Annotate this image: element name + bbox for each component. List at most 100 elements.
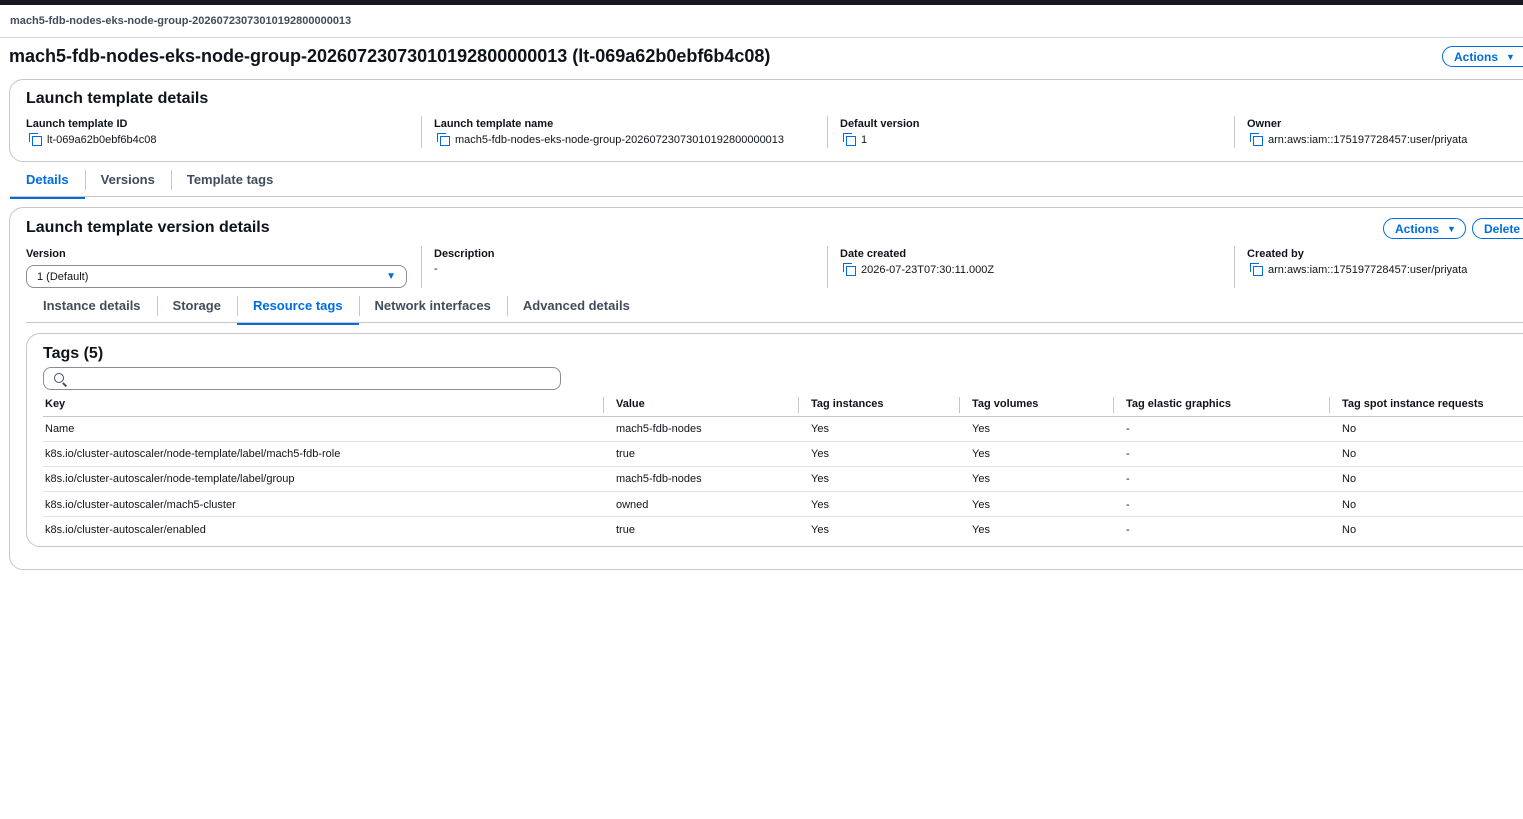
default-version-label: Default version xyxy=(840,118,920,130)
tab-advanced-details[interactable]: Advanced details xyxy=(506,292,646,318)
date-created-text: 2026-07-23T07:30:11.000Z xyxy=(861,263,995,276)
tag-value: mach5-fdb-nodes xyxy=(616,423,702,435)
caret-down-icon: ▼ xyxy=(386,271,396,282)
description-label: Description xyxy=(434,248,495,260)
delete-label: Delete xyxy=(1484,221,1521,236)
version-select-value: 1 (Default) xyxy=(37,270,89,283)
tag-spot-requests-value: No xyxy=(1342,499,1357,511)
actions-label: Actions xyxy=(1454,49,1499,64)
tag-key: k8s.io/cluster-autoscaler/mach5-cluster xyxy=(45,499,236,511)
column-separator xyxy=(1329,397,1330,413)
copy-icon[interactable] xyxy=(29,133,42,146)
tag-value: true xyxy=(616,448,635,460)
tag-spot-requests-value: No xyxy=(1342,423,1357,435)
date-created-value: 2026-07-23T07:30:11.000Z xyxy=(843,263,994,276)
tag-instances-value: Yes xyxy=(811,473,829,485)
copy-icon[interactable] xyxy=(843,263,856,276)
tag-value: owned xyxy=(616,499,649,511)
owner-label: Owner xyxy=(1247,118,1282,130)
created-by-value: arn:aws:iam::175197728457:user/priyata xyxy=(1250,263,1467,276)
tags-search-input[interactable] xyxy=(43,367,561,390)
tag-instances-value: Yes xyxy=(811,499,829,511)
launch-template-details-panel xyxy=(9,79,1523,162)
column-header-tag-volumes: Tag volumes xyxy=(972,398,1039,410)
tag-instances-value: Yes xyxy=(811,448,829,460)
tag-volumes-value: Yes xyxy=(972,473,990,485)
version-actions-label: Actions xyxy=(1395,221,1440,236)
launch-template-name-label: Launch template name xyxy=(434,118,554,130)
version-label: Version xyxy=(26,248,66,260)
launch-template-id-label: Launch template ID xyxy=(26,118,128,130)
row-divider xyxy=(43,491,1523,492)
version-select[interactable]: 1 (Default) ▼ xyxy=(26,265,407,288)
tag-key: k8s.io/cluster-autoscaler/node-template/… xyxy=(45,473,295,485)
tag-instances-value: Yes xyxy=(811,423,829,435)
page-title: mach5-fdb-nodes-eks-node-group-202607230… xyxy=(9,46,771,66)
copy-icon[interactable] xyxy=(1250,263,1263,276)
tag-elastic-graphics-value: - xyxy=(1126,524,1130,536)
tab-instance-details[interactable]: Instance details xyxy=(27,292,157,318)
console-top-bar xyxy=(0,0,1523,5)
column-separator xyxy=(603,397,604,413)
tags-container xyxy=(26,333,1523,547)
column-separator xyxy=(798,397,799,413)
version-actions-button[interactable]: Actions ▼ xyxy=(1383,218,1466,239)
delete-button[interactable]: Delete xyxy=(1472,218,1523,239)
launch-template-name-text: mach5-fdb-nodes-eks-node-group-202607230… xyxy=(455,133,785,146)
row-divider xyxy=(43,466,1523,467)
actions-button[interactable]: Actions ▼ xyxy=(1442,46,1523,67)
tabs-divider xyxy=(10,196,1523,197)
column-divider xyxy=(1234,116,1235,148)
tag-elastic-graphics-value: - xyxy=(1126,499,1130,511)
default-version-value: 1 xyxy=(843,133,867,146)
tag-elastic-graphics-value: - xyxy=(1126,473,1130,485)
tag-key: k8s.io/cluster-autoscaler/node-template/… xyxy=(45,448,341,460)
table-header-divider xyxy=(43,416,1523,417)
tag-spot-requests-value: No xyxy=(1342,448,1357,460)
tag-value: true xyxy=(616,524,635,536)
column-header-value: Value xyxy=(616,398,645,410)
tab-versions[interactable]: Versions xyxy=(84,166,171,192)
tab-storage[interactable]: Storage xyxy=(156,292,237,318)
column-separator xyxy=(1113,397,1114,413)
row-divider xyxy=(43,516,1523,517)
column-divider xyxy=(421,246,422,288)
tag-volumes-value: Yes xyxy=(972,448,990,460)
breadcrumb-divider xyxy=(0,37,1523,38)
owner-text: arn:aws:iam::175197728457:user/priyata xyxy=(1268,133,1468,146)
tag-spot-requests-value: No xyxy=(1342,473,1357,485)
tab-details[interactable]: Details xyxy=(10,166,85,199)
column-separator xyxy=(959,397,960,413)
column-divider xyxy=(1234,246,1235,288)
launch-template-id-value: lt-069a62b0ebf6b4c08 xyxy=(29,133,156,146)
copy-icon[interactable] xyxy=(437,133,450,146)
tag-elastic-graphics-value: - xyxy=(1126,423,1130,435)
caret-down-icon: ▼ xyxy=(1506,51,1515,62)
column-header-key: Key xyxy=(45,398,66,410)
tag-instances-value: Yes xyxy=(811,524,829,536)
tag-volumes-value: Yes xyxy=(972,499,990,511)
tags-title: Tags (5) xyxy=(43,345,104,362)
tag-spot-requests-value: No xyxy=(1342,524,1357,536)
version-sub-tabs: Instance details Storage Resource tags N… xyxy=(27,292,646,325)
tab-template-tags[interactable]: Template tags xyxy=(170,166,289,192)
tab-network-interfaces[interactable]: Network interfaces xyxy=(358,292,507,318)
breadcrumb[interactable]: mach5-fdb-nodes-eks-node-group-202607230… xyxy=(10,15,351,27)
launch-template-name-value: mach5-fdb-nodes-eks-node-group-202607230… xyxy=(437,133,784,146)
tag-elastic-graphics-value: - xyxy=(1126,448,1130,460)
description-value: - xyxy=(434,263,438,275)
launch-template-details-title: Launch template details xyxy=(26,90,209,107)
default-version-text: 1 xyxy=(861,133,868,146)
column-divider xyxy=(827,116,828,148)
tag-key: k8s.io/cluster-autoscaler/enabled xyxy=(45,524,206,536)
copy-icon[interactable] xyxy=(1250,133,1263,146)
search-icon xyxy=(54,373,64,383)
column-divider xyxy=(827,246,828,288)
date-created-label: Date created xyxy=(840,248,907,260)
copy-icon[interactable] xyxy=(843,133,856,146)
owner-value: arn:aws:iam::175197728457:user/priyata xyxy=(1250,133,1467,146)
created-by-label: Created by xyxy=(1247,248,1304,260)
tab-resource-tags[interactable]: Resource tags xyxy=(236,292,359,325)
tag-volumes-value: Yes xyxy=(972,524,990,536)
detail-tabs: Details Versions Template tags xyxy=(10,166,289,199)
